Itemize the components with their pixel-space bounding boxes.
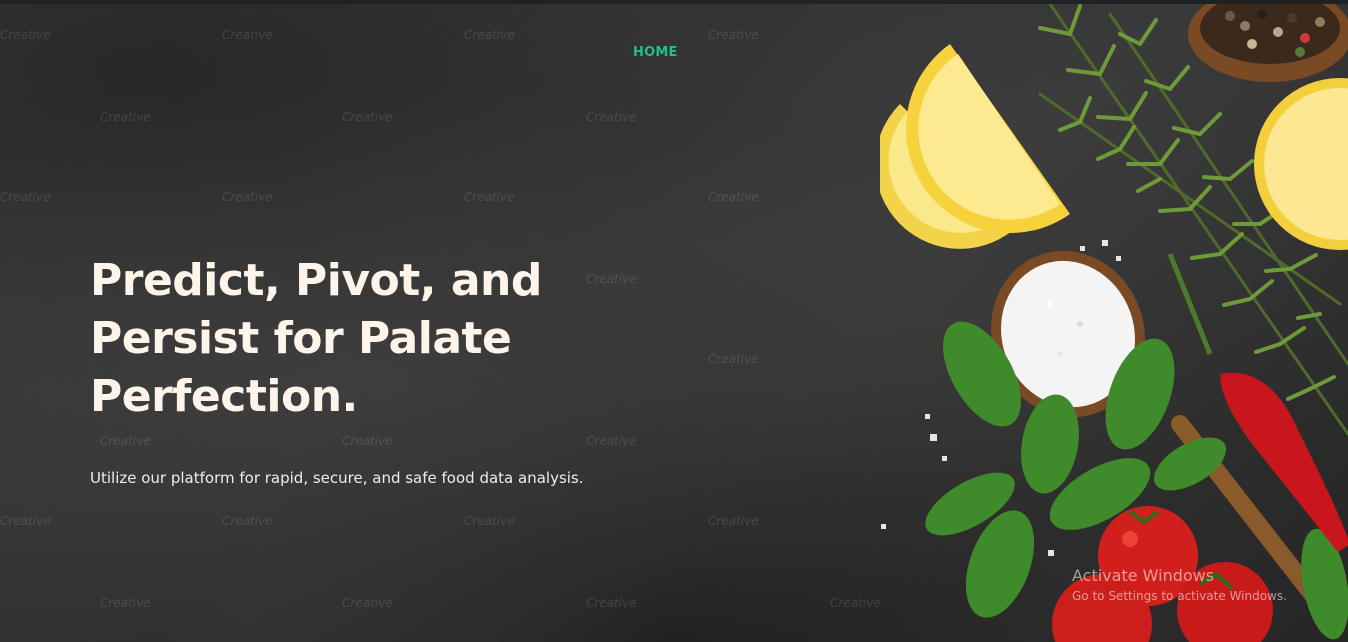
watermark: Creative — [586, 434, 637, 448]
peppercorn-bowl — [1188, 4, 1348, 82]
main-nav: HOME — [633, 41, 678, 60]
watermark: Creative — [100, 110, 151, 124]
watermark: Creative — [342, 434, 393, 448]
watermark: Creative — [708, 514, 759, 528]
hero-subtitle: Utilize our platform for rapid, secure, … — [90, 469, 584, 487]
red-chili — [1167, 253, 1348, 552]
watermark: Creative — [708, 352, 759, 366]
activate-windows-subtitle[interactable]: Go to Settings to activate Windows. — [1072, 588, 1287, 604]
watermark: Creative — [0, 514, 51, 528]
watermark: Creative — [100, 434, 151, 448]
watermark: Creative — [222, 190, 273, 204]
watermark: Creative — [0, 28, 51, 42]
nav-link-home[interactable]: HOME — [633, 45, 678, 60]
watermark: Creative — [464, 514, 515, 528]
page: Creative Creative Creative Creative Crea… — [0, 0, 1348, 642]
watermark: Creative — [222, 514, 273, 528]
watermark: Creative — [586, 110, 637, 124]
watermark: Creative — [222, 28, 273, 42]
watermark: Creative — [586, 596, 637, 610]
hero-headline: Predict, Pivot, and Persist for Palate P… — [90, 255, 542, 422]
activate-windows-title: Activate Windows — [1072, 566, 1215, 585]
watermark: Creative — [342, 596, 393, 610]
watermark: Creative — [830, 596, 881, 610]
watermark: Creative — [708, 28, 759, 42]
watermark: Creative — [464, 190, 515, 204]
food-ingredients-image — [880, 4, 1348, 642]
watermark: Creative — [100, 596, 151, 610]
watermark: Creative — [464, 28, 515, 42]
watermark: Creative — [0, 190, 51, 204]
activate-windows-overlay: Activate Windows Go to Settings to activ… — [1072, 566, 1287, 604]
watermark: Creative — [708, 190, 759, 204]
watermark: Creative — [342, 110, 393, 124]
